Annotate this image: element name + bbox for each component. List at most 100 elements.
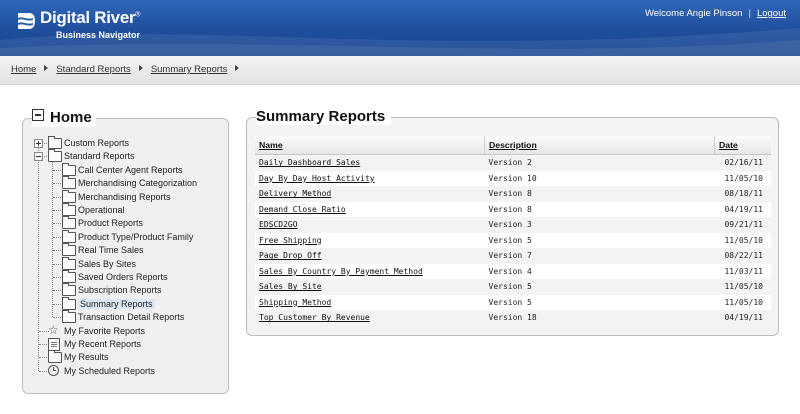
reports-panel: Name Description Date Daily Dashboard Sa… <box>246 117 779 336</box>
report-link[interactable]: Daily Dashboard Sales <box>259 158 360 167</box>
collapse-icon[interactable] <box>34 152 43 162</box>
navigation-tree-panel: Custom Reports Standard Reports Call Cente… <box>22 118 229 394</box>
column-header-description[interactable]: Description <box>484 136 715 155</box>
report-name-cell[interactable]: Sales By Site <box>255 279 485 295</box>
tree-item[interactable]: ☆ My Favorite Reports <box>23 322 223 338</box>
tree-item[interactable]: Merchandising Categorization <box>23 176 223 190</box>
report-name-cell[interactable]: Daily Dashboard Sales <box>255 154 485 171</box>
tree-item[interactable]: Call Center Agent Reports <box>23 162 223 177</box>
breadcrumb-home[interactable]: Home <box>11 64 36 75</box>
report-name-cell[interactable]: Page Drop Off <box>255 248 485 264</box>
reports-table: Name Description Date Daily Dashboard Sa… <box>255 136 771 326</box>
report-name-cell[interactable]: Top Customer By Revenue <box>255 310 485 326</box>
folder-icon <box>62 176 76 190</box>
report-link[interactable]: Free Shipping <box>259 236 322 245</box>
report-link[interactable]: Top Customer By Revenue <box>259 313 370 322</box>
column-header-name[interactable]: Name <box>255 136 485 155</box>
tree-item[interactable]: My Recent Reports <box>23 338 223 351</box>
table-row[interactable]: Top Customer By Revenue Version 18 04/19/1… <box>255 310 771 326</box>
report-description-cell: Version 8 <box>484 201 715 217</box>
table-row[interactable]: Page Drop Off Version 7 08/22/11 <box>255 248 771 264</box>
report-date-cell: 11/05/10 <box>714 232 771 248</box>
report-date-cell: 04/19/11 <box>714 310 771 326</box>
collapse-icon[interactable] <box>32 109 44 121</box>
table-row[interactable]: Sales By Site Version 5 11/05/10 <box>255 279 771 295</box>
tree-item[interactable]: Standard Reports <box>23 149 223 163</box>
tree-item-label: My Scheduled Reports <box>64 365 156 376</box>
folder-icon <box>62 216 76 230</box>
report-date-cell: 08/18/11 <box>714 186 771 202</box>
tree-item[interactable]: Product Reports <box>23 216 223 230</box>
report-name-cell[interactable]: Day By Day Host Activity <box>255 170 485 186</box>
breadcrumb-arrow-icon <box>44 65 49 71</box>
tree-item-label: Call Center Agent Reports <box>78 164 183 175</box>
tree-item-label: Transaction Detail Reports <box>78 312 185 323</box>
expand-icon[interactable] <box>34 139 43 148</box>
tree-item[interactable]: Real Time Sales <box>23 243 223 257</box>
report-name-cell[interactable]: Free Shipping <box>255 232 485 248</box>
tree-item[interactable]: Saved Orders Reports <box>23 270 223 284</box>
tree-item-label: Product Type/Product Family <box>78 231 194 242</box>
folder-icon <box>48 136 62 149</box>
tree-item[interactable]: My Results <box>23 350 223 364</box>
report-link[interactable]: Page Drop Off <box>259 251 322 260</box>
logout-link[interactable]: Logout <box>757 8 786 19</box>
report-link[interactable]: Sales By Country By Payment Method <box>259 267 423 276</box>
folder-icon <box>62 270 76 283</box>
breadcrumb-arrow-icon <box>138 65 143 71</box>
report-description-cell: Version 2 <box>484 154 715 171</box>
report-description-cell: Version 3 <box>484 217 715 233</box>
table-row[interactable]: EDSCD2GO Version 3 09/21/11 <box>255 217 771 233</box>
tree-item[interactable]: Summary Reports <box>23 296 223 311</box>
table-row[interactable]: Delivery Method Version 8 08/18/11 <box>255 186 771 202</box>
table-row[interactable]: Daily Dashboard Sales Version 2 02/16/11 <box>255 154 771 171</box>
tree-item[interactable]: Subscription Reports <box>23 283 223 297</box>
report-description-cell: Version 10 <box>484 170 715 186</box>
column-header-date[interactable]: Date <box>714 136 771 155</box>
tree-item[interactable]: Merchandising Reports <box>23 189 223 204</box>
table-row[interactable]: Day By Day Host Activity Version 10 11/05/… <box>255 170 771 186</box>
breadcrumb: Home Standard Reports Summary Reports <box>11 64 247 75</box>
report-date-cell: 11/03/11 <box>714 263 771 279</box>
report-name-cell[interactable]: EDSCD2GO <box>255 217 485 233</box>
tree-item-label: My Favorite Reports <box>64 325 146 336</box>
folder-icon <box>62 310 76 324</box>
report-link[interactable]: Shipping Method <box>259 298 331 307</box>
breadcrumb-standard-reports[interactable]: Standard Reports <box>56 64 130 75</box>
report-link[interactable]: Demand Close Ratio <box>259 205 346 214</box>
tree-item-label: Sales By Sites <box>78 258 137 269</box>
tree-item-label: Standard Reports <box>64 151 135 162</box>
tree-item-label: My Results <box>64 352 109 363</box>
tree-header: Home <box>32 109 96 127</box>
tree-item[interactable]: Sales By Sites <box>23 256 223 271</box>
report-link[interactable]: Sales By Site <box>259 282 322 291</box>
report-name-cell[interactable]: Sales By Country By Payment Method <box>255 263 485 279</box>
folder-open-icon <box>48 149 62 163</box>
report-link[interactable]: EDSCD2GO <box>259 220 298 229</box>
folder-icon <box>62 243 76 257</box>
welcome-text: Welcome Angie Pinson <box>644 8 743 19</box>
table-row[interactable]: Shipping Method Version 5 11/05/10 <box>255 294 771 310</box>
tree-item[interactable]: Product Type/Product Family <box>23 229 223 244</box>
star-icon: ☆ <box>48 322 59 337</box>
breadcrumb-summary-reports[interactable]: Summary Reports <box>151 64 228 75</box>
table-row[interactable]: Sales By Country By Payment Method Versio… <box>255 263 771 279</box>
table-row[interactable]: Demand Close Ratio Version 8 04/19/11 <box>255 201 771 217</box>
report-link[interactable]: Delivery Method <box>259 189 331 198</box>
trademark-symbol: ® <box>135 11 141 19</box>
report-description-cell: Version 7 <box>484 248 715 264</box>
folder-icon <box>62 296 76 310</box>
tree-item[interactable]: Operational <box>23 203 223 217</box>
separator: | <box>748 8 751 19</box>
report-name-cell[interactable]: Shipping Method <box>255 294 485 310</box>
tree-item[interactable]: My Scheduled Reports <box>23 364 223 378</box>
report-link[interactable]: Day By Day Host Activity <box>259 174 375 183</box>
report-name-cell[interactable]: Delivery Method <box>255 186 485 202</box>
tree-item-label: Operational <box>78 205 125 215</box>
report-name-cell[interactable]: Demand Close Ratio <box>255 201 485 217</box>
report-description-cell: Version 4 <box>484 263 715 279</box>
table-row[interactable]: Free Shipping Version 5 11/05/10 <box>255 232 771 248</box>
tree-item-label: My Recent Reports <box>64 339 142 349</box>
report-date-cell: 09/21/11 <box>714 217 771 233</box>
tree-item[interactable]: Custom Reports <box>23 136 223 150</box>
